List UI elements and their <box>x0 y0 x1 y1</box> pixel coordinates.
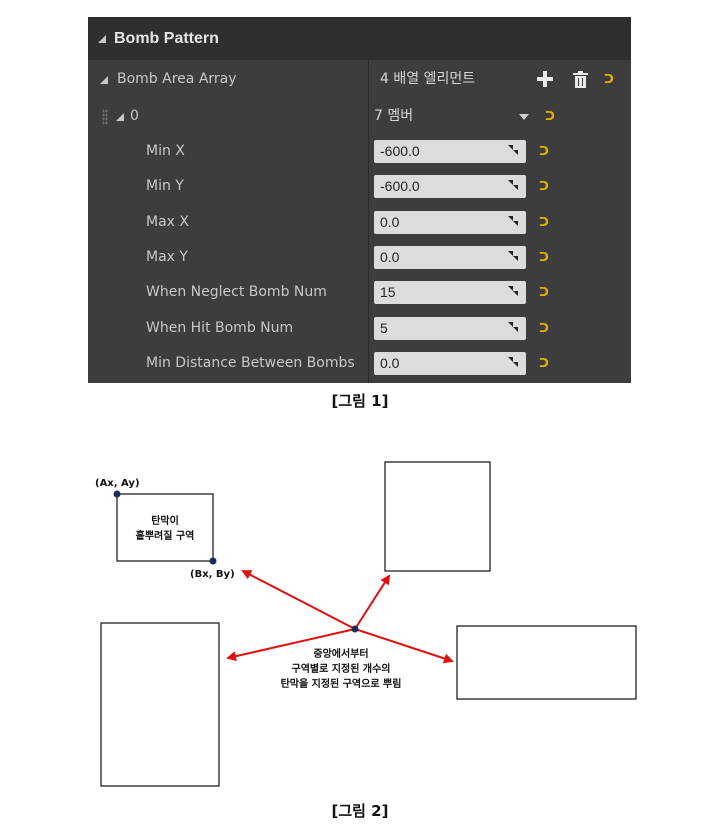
bomb-area-diagram: (Ax, Ay) (Bx, By) 탄막이 흩뿌려질 구역 중앙에서부터 구역별… <box>95 461 637 787</box>
corner-b-point <box>209 557 217 565</box>
area-label-line2: 흩뿌려질 구역 <box>136 529 195 542</box>
corner-a-label: (Ax, Ay) <box>95 478 140 489</box>
area-label-line1: 탄막이 <box>151 514 179 527</box>
bomb-area-box-top-right <box>384 461 491 572</box>
corner-a-point <box>113 490 121 498</box>
bomb-area-box-top-left <box>116 493 214 562</box>
bomb-area-box-bottom-right <box>456 625 637 700</box>
center-label-line2: 구역별로 지정된 개수의 <box>292 662 391 675</box>
arrow-to-bottom-right <box>354 628 454 664</box>
arrow-to-top-right <box>354 574 391 630</box>
bomb-area-box-bottom-left <box>100 622 220 787</box>
center-point <box>351 625 359 633</box>
figure-2-caption: [그림 2] <box>331 802 389 820</box>
corner-b-label: (Bx, By) <box>190 569 235 580</box>
arrow-to-top-left <box>241 570 356 630</box>
center-label-line1: 중앙에서부터 <box>313 647 368 660</box>
center-label-line3: 탄막을 지정된 구역으로 뿌림 <box>281 677 402 690</box>
